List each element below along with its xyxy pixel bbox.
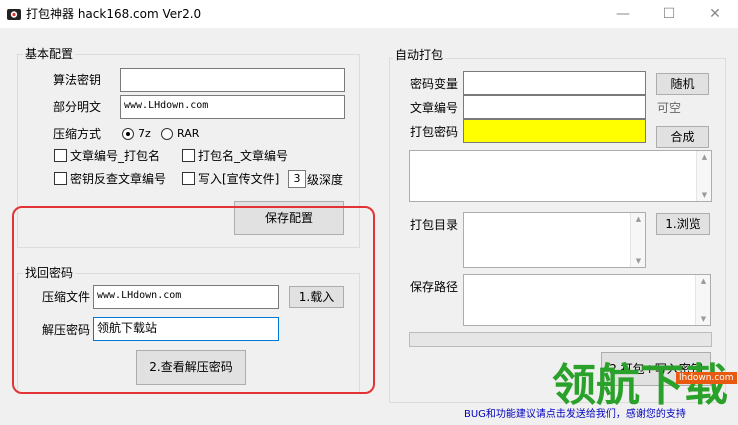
pack-dir-textarea[interactable]: ▲ ▼ (463, 212, 646, 268)
scroll-down-icon[interactable]: ▼ (696, 313, 711, 325)
radio-rar[interactable] (161, 128, 173, 140)
auto-pack-legend: 自动打包 (393, 48, 446, 62)
chk-article-pack[interactable] (54, 149, 67, 162)
pack-pwd-label: 打包密码 (410, 125, 459, 139)
chk-key-lookup-label: 密钥反查文章编号 (70, 172, 167, 186)
scroll-up-icon[interactable]: ▲ (696, 275, 711, 287)
algo-key-input[interactable] (120, 68, 345, 92)
chk-article-pack-label: 文章编号_打包名 (70, 149, 161, 163)
title-bar: 打包神器 hack168.com Ver2.0 — ☐ ✕ (0, 0, 738, 28)
article-no-input[interactable] (463, 95, 646, 119)
combine-button[interactable]: 合成 (656, 126, 709, 148)
app-icon (7, 9, 21, 20)
depth-label: 级深度 (307, 173, 344, 187)
plaintext-label: 部分明文 (53, 100, 102, 114)
radio-7z-label: 7z (138, 127, 151, 140)
watermark-site: lhdown.com (676, 372, 737, 384)
maximize-icon[interactable]: ☐ (646, 0, 692, 28)
chk-pack-article[interactable] (182, 149, 195, 162)
plaintext-input[interactable]: www.LHdown.com (120, 95, 345, 119)
optional-hint: 可空 (657, 101, 682, 115)
scroll-up-icon[interactable]: ▲ (631, 213, 646, 225)
save-path-scrollbar[interactable]: ▲ ▼ (695, 275, 710, 325)
chk-pack-article-label: 打包名_文章编号 (198, 149, 289, 163)
pwd-var-label: 密码变量 (410, 77, 459, 91)
output-scrollbar[interactable]: ▲ ▼ (696, 151, 711, 201)
article-no-label: 文章编号 (410, 101, 459, 115)
output-textarea[interactable]: ▲ ▼ (409, 150, 712, 202)
chk-write-promo-label: 写入[宣传文件] (198, 172, 280, 186)
minimize-icon[interactable]: — (600, 0, 646, 28)
pack-pwd-input[interactable] (463, 119, 646, 143)
save-path-label: 保存路径 (410, 280, 459, 294)
radio-rar-label: RAR (177, 127, 200, 140)
save-path-textarea[interactable]: ▲ ▼ (463, 274, 711, 326)
window-title: 打包神器 hack168.com Ver2.0 (26, 7, 202, 21)
chk-write-promo[interactable] (182, 172, 195, 185)
close-icon[interactable]: ✕ (692, 0, 738, 28)
annotation-highlight-box (12, 206, 375, 394)
random-button[interactable]: 随机 (656, 73, 709, 95)
algo-key-label: 算法密钥 (53, 73, 102, 87)
client-area: 基本配置 算法密钥 部分明文 www.LHdown.com 压缩方式 7z RA… (0, 28, 738, 425)
scroll-down-icon[interactable]: ▼ (631, 255, 646, 267)
progress-bar (409, 332, 712, 347)
pack-dir-scrollbar[interactable]: ▲ ▼ (630, 213, 645, 267)
compress-label: 压缩方式 (53, 127, 102, 141)
browse-button[interactable]: 1.浏览 (656, 213, 710, 235)
watermark-logo: 领航下载 (552, 360, 728, 411)
chk-key-lookup[interactable] (54, 172, 67, 185)
depth-input[interactable]: 3 (288, 170, 306, 188)
radio-7z[interactable] (122, 128, 134, 140)
scroll-down-icon[interactable]: ▼ (697, 189, 712, 201)
scroll-up-icon[interactable]: ▲ (697, 151, 712, 163)
pack-dir-label: 打包目录 (410, 218, 459, 232)
pwd-var-input[interactable] (463, 71, 646, 95)
basic-config-legend: 基本配置 (23, 47, 76, 61)
